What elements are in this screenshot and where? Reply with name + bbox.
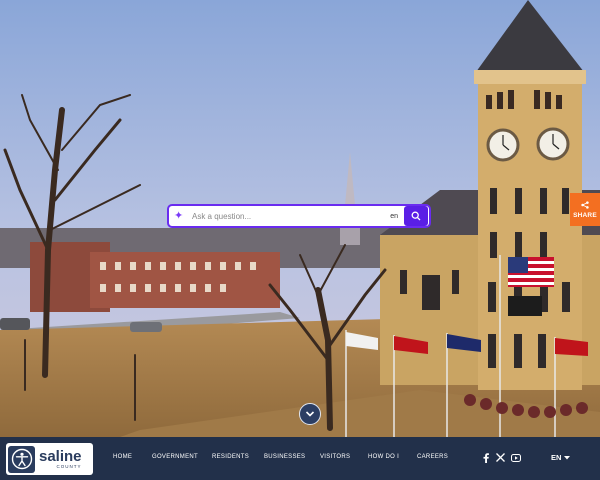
search-icon: [411, 211, 421, 221]
nav-item-visitors[interactable]: VISITORS: [320, 454, 350, 460]
share-button[interactable]: SHARE: [570, 193, 600, 226]
chevron-down-icon: [305, 411, 315, 417]
search-input[interactable]: [188, 207, 391, 225]
facebook-icon[interactable]: [481, 452, 490, 463]
language-selector[interactable]: EN: [551, 453, 571, 462]
nav-item-how-do-i[interactable]: HOW DO I: [368, 454, 399, 460]
nav-item-government[interactable]: GOVERNMENT: [152, 454, 198, 460]
nav-item-home[interactable]: HOME: [113, 454, 132, 460]
youtube-icon[interactable]: [510, 452, 521, 463]
scroll-down-button[interactable]: [299, 403, 321, 425]
nav-item-businesses[interactable]: BUSINESSES: [264, 454, 305, 460]
x-icon[interactable]: [495, 452, 506, 463]
caret-down-icon: [564, 455, 571, 459]
share-icon: [581, 200, 589, 209]
main-navigation-bar: saline COUNTY HOME GOVERNMENT RESIDENTS …: [0, 437, 600, 480]
share-label: SHARE: [573, 211, 597, 219]
nav-item-careers[interactable]: CAREERS: [417, 454, 448, 460]
ask-question-search-bar: ✦ en: [167, 204, 431, 228]
search-button[interactable]: [404, 206, 428, 226]
sparkle-icon: ✦: [174, 209, 184, 222]
nav-item-residents[interactable]: RESIDENTS: [212, 454, 249, 460]
language-current: EN: [551, 453, 562, 462]
search-language-badge[interactable]: en: [390, 213, 398, 220]
